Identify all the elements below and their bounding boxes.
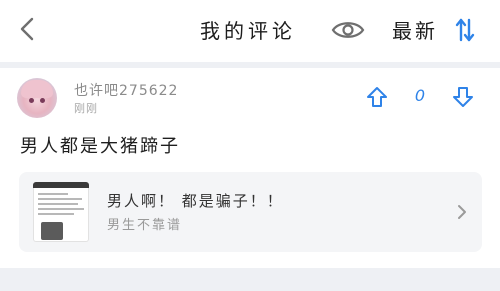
post-forum: 男生不靠谱 (107, 218, 183, 233)
post-thumbnail (33, 182, 89, 242)
chevron-right-icon (455, 202, 469, 222)
thumbnail-line (38, 208, 84, 210)
username[interactable]: 也许吧275622 (74, 80, 178, 100)
comment-text: 男人都是大猪蹄子 (20, 136, 180, 157)
thumbnail-status-bar (33, 182, 89, 188)
arrow-up-icon[interactable] (366, 86, 388, 108)
thumbnail-line (38, 198, 82, 200)
avatar-hair (21, 80, 53, 98)
page-title: 我的评论 (200, 19, 296, 43)
thumbnail-line (38, 193, 68, 195)
post-title: 男人啊！ 都是骗子！！ (107, 192, 284, 210)
avatar-eye-right (40, 98, 45, 103)
arrow-down-icon[interactable] (452, 86, 474, 108)
avatar[interactable] (17, 78, 57, 118)
eye-icon[interactable] (330, 16, 366, 44)
sort-arrows-icon[interactable] (454, 17, 476, 43)
thumbnail-photo (41, 222, 63, 240)
thumbnail-line (38, 213, 74, 215)
vote-count: 0 (414, 86, 426, 105)
thumbnail-line (38, 203, 78, 205)
sort-label[interactable]: 最新 (392, 15, 438, 44)
avatar-eye-left (29, 98, 34, 103)
section-divider (0, 62, 500, 68)
bottom-divider (0, 268, 500, 291)
post-card[interactable]: 男人啊！ 都是骗子！！ 男生不靠谱 (19, 172, 482, 252)
back-icon[interactable] (14, 14, 42, 44)
comment-timestamp: 刚刚 (74, 102, 98, 115)
